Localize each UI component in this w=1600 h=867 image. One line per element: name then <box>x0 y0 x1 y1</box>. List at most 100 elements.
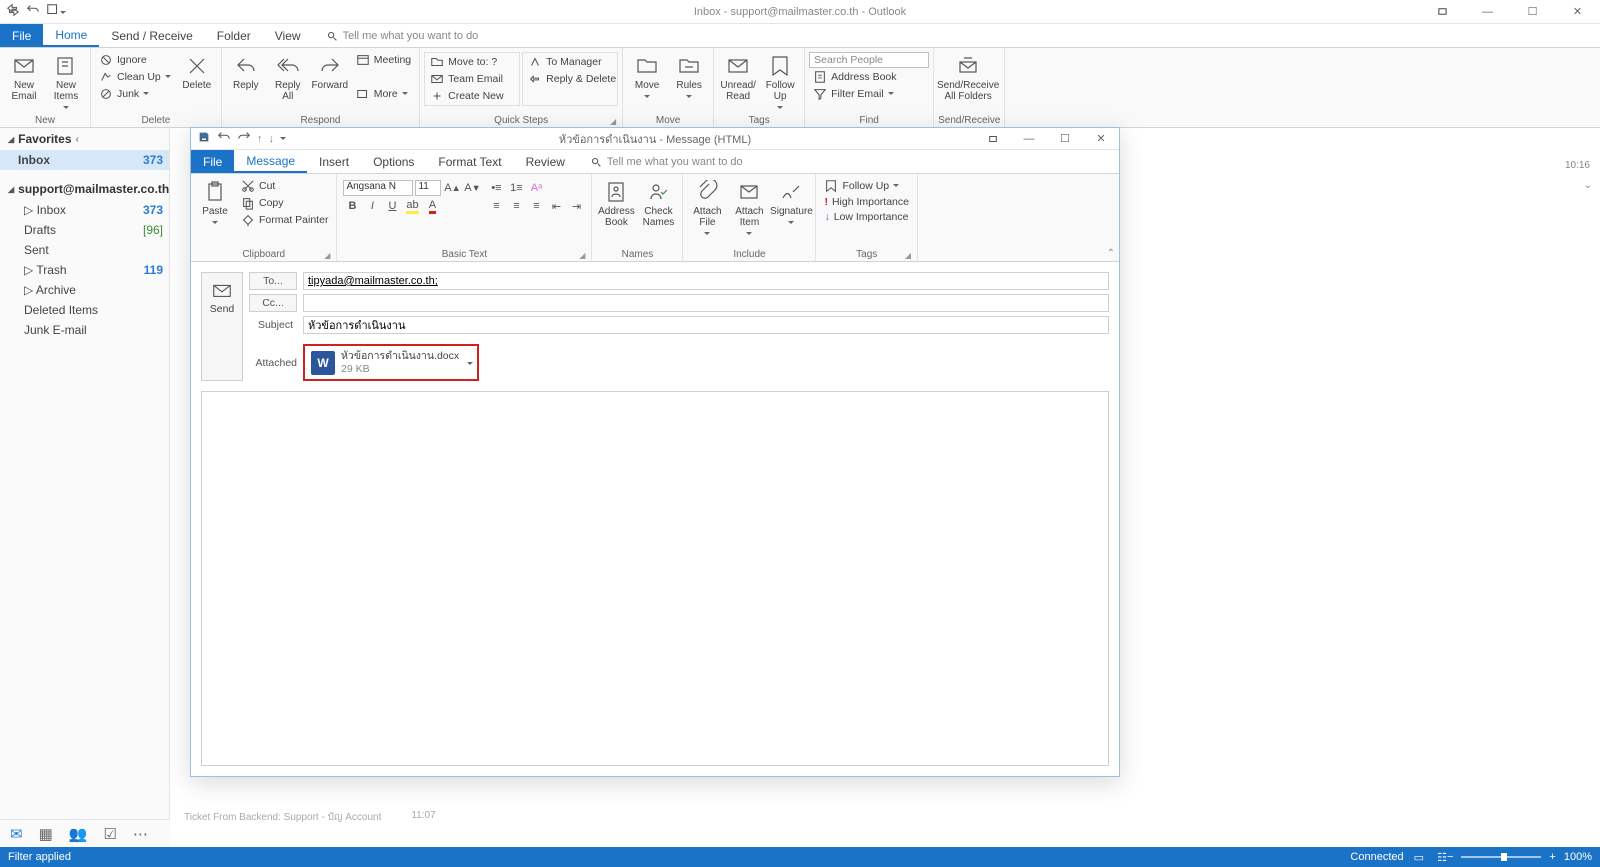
ignore-button[interactable]: Ignore <box>95 52 175 68</box>
compose-body[interactable] <box>201 391 1109 766</box>
attachment-dropdown-icon[interactable] <box>467 362 473 368</box>
rules-button[interactable]: Rules <box>669 52 709 103</box>
move-button[interactable]: Move <box>627 52 667 103</box>
compose-undo-icon[interactable] <box>217 130 231 147</box>
shrink-font-icon[interactable]: A▼ <box>463 180 481 196</box>
new-email-button[interactable]: New Email <box>4 52 44 104</box>
highlight-button[interactable]: ab <box>403 198 421 214</box>
zoom-slider[interactable] <box>1461 856 1541 858</box>
attach-item-button[interactable]: Attach Item <box>729 178 769 240</box>
qat-dropdown-icon[interactable] <box>46 3 66 20</box>
attachment-item[interactable]: W หัวข้อการดำเนินงาน.docx 29 KB <box>303 344 479 381</box>
compose-tab-file[interactable]: File <box>191 150 234 173</box>
window-maximize-icon[interactable]: ☐ <box>1510 0 1555 24</box>
tab-send-receive[interactable]: Send / Receive <box>99 24 204 47</box>
send-button[interactable]: Send <box>201 272 243 381</box>
low-importance-button[interactable]: ↓Low Importance <box>820 210 913 224</box>
subject-input[interactable] <box>303 316 1109 334</box>
indent-inc-button[interactable]: ⇥ <box>567 198 585 214</box>
collapse-pane-icon[interactable]: ⌄ <box>1584 180 1592 191</box>
window-minimize-icon[interactable] <box>1420 0 1465 24</box>
zoom-out-icon[interactable]: − <box>1447 851 1453 863</box>
cc-button[interactable]: Cc... <box>249 294 297 312</box>
compose-redo-icon[interactable] <box>237 130 251 147</box>
align-center-button[interactable]: ≡ <box>507 198 525 214</box>
qs-replydelete[interactable]: Reply & Delete <box>524 71 616 87</box>
bold-button[interactable]: B <box>343 198 361 214</box>
tab-folder[interactable]: Folder <box>205 24 263 47</box>
cut-button[interactable]: Cut <box>237 178 332 194</box>
reply-button[interactable]: Reply <box>226 52 266 93</box>
numbering-button[interactable]: 1≡ <box>507 180 525 196</box>
to-button[interactable]: To... <box>249 272 297 290</box>
check-names-button[interactable]: Check Names <box>638 178 678 230</box>
tasks-icon[interactable]: ☑ <box>103 825 116 843</box>
qat-undo-icon[interactable] <box>26 3 40 20</box>
nav-drafts[interactable]: Drafts[96] <box>0 220 169 240</box>
qs-tomanager[interactable]: To Manager <box>524 54 616 70</box>
delete-button[interactable]: Delete <box>177 52 217 93</box>
underline-button[interactable]: U <box>383 198 401 214</box>
compose-tab-insert[interactable]: Insert <box>307 150 361 173</box>
copy-button[interactable]: Copy <box>237 195 332 211</box>
to-input[interactable] <box>303 272 1109 290</box>
compose-close-icon[interactable]: ✕ <box>1083 128 1119 150</box>
favorites-section[interactable]: ◢Favorites‹ <box>0 128 169 150</box>
qs-moveto[interactable]: Move to: ? <box>426 54 518 70</box>
tab-home[interactable]: Home <box>43 24 99 47</box>
grow-font-icon[interactable]: A▲ <box>443 180 461 196</box>
align-right-button[interactable]: ≡ <box>527 198 545 214</box>
forward-button[interactable]: Forward <box>310 52 350 93</box>
view-normal-icon[interactable]: ▭ <box>1414 852 1424 864</box>
qs-teamemail[interactable]: Team Email <box>426 71 518 87</box>
compose-tab-message[interactable]: Message <box>234 150 307 173</box>
new-items-button[interactable]: New Items <box>46 52 86 114</box>
unread-button[interactable]: Unread/ Read <box>718 52 758 104</box>
nav-inbox[interactable]: ▷ Inbox373 <box>0 200 169 220</box>
font-size-select[interactable]: 11 <box>415 180 441 196</box>
address-book-button[interactable]: Address Book <box>596 178 636 230</box>
nav-deleted[interactable]: Deleted Items <box>0 300 169 320</box>
compose-qat-more[interactable] <box>280 137 286 143</box>
address-book-button[interactable]: Address Book <box>809 69 929 85</box>
nav-junk[interactable]: Junk E-mail <box>0 320 169 340</box>
signature-button[interactable]: Signature <box>771 178 811 229</box>
followup-button[interactable]: Follow Up <box>820 178 913 194</box>
search-people-input[interactable]: Search People <box>809 52 929 68</box>
qs-createnew[interactable]: Create New <box>426 88 518 104</box>
tellme-search[interactable]: Tell me what you want to do <box>313 24 479 47</box>
font-select[interactable]: Angsana N <box>343 180 413 196</box>
followup-button[interactable]: Follow Up <box>760 52 800 114</box>
compose-prev-icon[interactable]: ↑ <box>257 133 263 145</box>
compose-tab-review[interactable]: Review <box>514 150 577 173</box>
view-reading-icon[interactable]: ☷ <box>1437 852 1447 864</box>
attach-file-button[interactable]: Attach File <box>687 178 727 240</box>
zoom-in-icon[interactable]: + <box>1549 851 1555 863</box>
calendar-icon[interactable]: ▦ <box>39 825 53 843</box>
align-left-button[interactable]: ≡ <box>487 198 505 214</box>
nav-trash[interactable]: ▷ Trash119 <box>0 260 169 280</box>
compose-tab-format[interactable]: Format Text <box>426 150 513 173</box>
compose-minimize-icon[interactable]: — <box>1011 128 1047 150</box>
nav-sent[interactable]: Sent <box>0 240 169 260</box>
compose-tellme[interactable]: Tell me what you want to do <box>577 150 743 173</box>
cleanup-button[interactable]: Clean Up <box>95 69 175 85</box>
compose-save-icon[interactable] <box>197 130 211 147</box>
qat-sendreceive-icon[interactable] <box>6 3 20 20</box>
paste-button[interactable]: Paste <box>195 178 235 229</box>
send-receive-all-button[interactable]: Send/Receive All Folders <box>938 52 998 104</box>
mail-icon[interactable]: ✉ <box>10 825 23 843</box>
indent-dec-button[interactable]: ⇤ <box>547 198 565 214</box>
compose-maximize-icon[interactable]: ☐ <box>1047 128 1083 150</box>
tab-view[interactable]: View <box>263 24 313 47</box>
filter-email-button[interactable]: Filter Email <box>809 86 929 102</box>
font-color-button[interactable]: A <box>423 198 441 214</box>
tab-file[interactable]: File <box>0 24 43 47</box>
high-importance-button[interactable]: !High Importance <box>820 195 913 209</box>
bullets-button[interactable]: •≡ <box>487 180 505 196</box>
italic-button[interactable]: I <box>363 198 381 214</box>
junk-button[interactable]: Junk <box>95 86 175 102</box>
more-icon[interactable]: ⋯ <box>133 825 148 843</box>
window-minimize-icon[interactable]: — <box>1465 0 1510 24</box>
cc-input[interactable] <box>303 294 1109 312</box>
